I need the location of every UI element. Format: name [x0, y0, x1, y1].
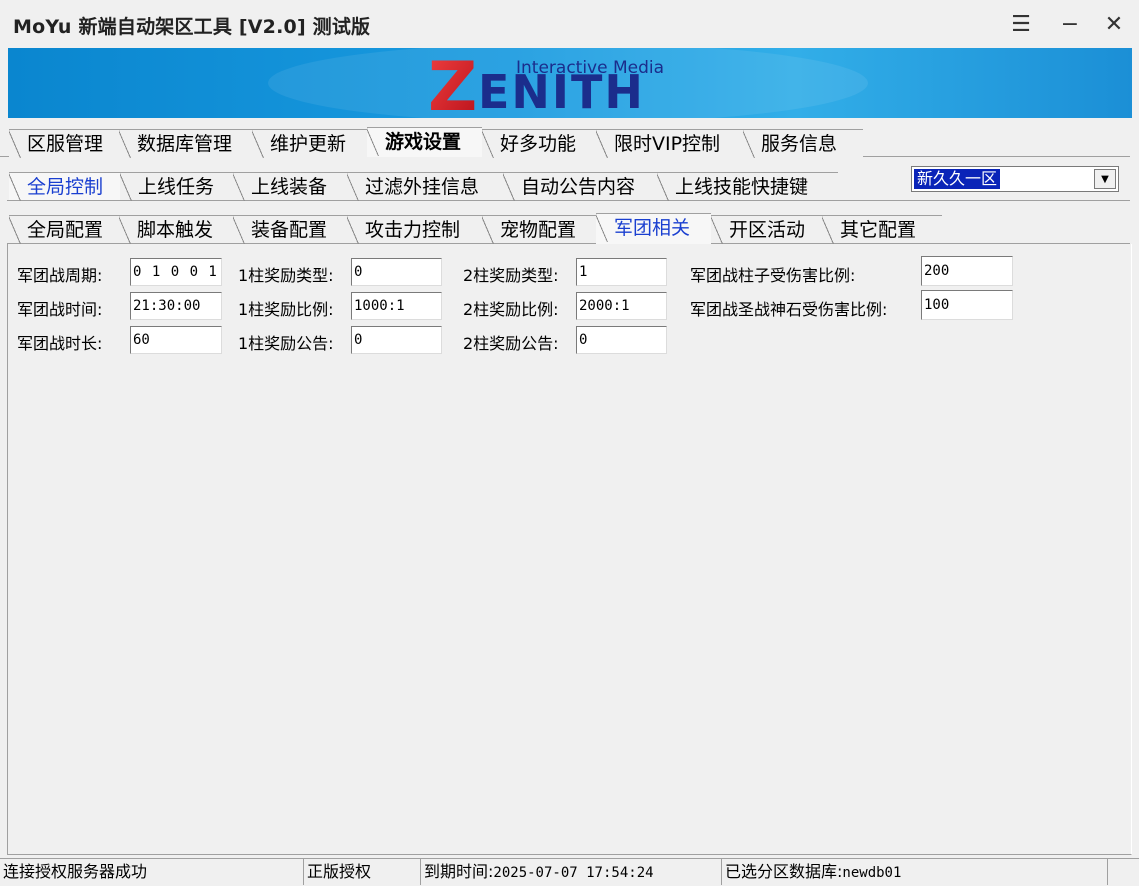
chevron-down-icon[interactable]: ▼	[1094, 169, 1116, 189]
war-time-input[interactable]	[130, 292, 222, 320]
tab-online-tasks[interactable]: 上线任务	[120, 172, 233, 201]
tab-server-management[interactable]: 区服管理	[9, 129, 119, 158]
tab-vip-control[interactable]: 限时VIP控制	[596, 129, 743, 158]
tab-maintenance-update[interactable]: 维护更新	[252, 129, 367, 158]
tab-legion[interactable]: 军团相关	[596, 213, 711, 244]
server-select[interactable]: 新久久一区 ▼	[911, 166, 1119, 192]
holy-stone-damage-ratio-input[interactable]	[921, 290, 1013, 320]
menu-icon[interactable]: ☰	[1007, 10, 1035, 38]
war-duration-label: 军团战时长:	[17, 334, 103, 353]
tab-other-config[interactable]: 其它配置	[822, 215, 942, 244]
status-bar: 连接授权服务器成功 正版授权 到期时间:2025-07-07 17:54:24 …	[0, 858, 1139, 886]
tab-auto-announcement[interactable]: 自动公告内容	[503, 172, 657, 201]
pillar1-reward-ratio-label: 1柱奖励比例:	[238, 300, 334, 319]
tab-equipment-config[interactable]: 装备配置	[233, 215, 347, 244]
tab-online-equipment[interactable]: 上线装备	[233, 172, 347, 201]
server-select-value: 新久久一区	[914, 169, 1001, 189]
war-period-input[interactable]	[130, 258, 222, 286]
zenith-banner: Z ENITH Interactive Media	[8, 48, 1132, 118]
tab-server-opening-events[interactable]: 开区活动	[711, 215, 822, 244]
pillar2-reward-ratio-label: 2柱奖励比例:	[463, 300, 559, 319]
status-connection: 连接授权服务器成功	[0, 859, 304, 885]
pillar2-reward-notice-label: 2柱奖励公告:	[463, 334, 559, 353]
pillar1-reward-type-input[interactable]	[351, 258, 442, 286]
tab-pet-config[interactable]: 宠物配置	[482, 215, 596, 244]
tab-skill-shortcuts[interactable]: 上线技能快捷键	[657, 172, 838, 201]
logo-z-letter: Z	[428, 48, 477, 118]
tab-script-trigger[interactable]: 脚本触发	[119, 215, 233, 244]
pillar2-reward-type-label: 2柱奖励类型:	[463, 266, 559, 285]
app-window: MoYu 新端自动架区工具 [V2.0] 测试版 ☰ − ✕ Z ENITH I…	[0, 0, 1139, 886]
status-database-label: 已选分区数据库:	[725, 862, 843, 881]
war-period-label: 军团战周期:	[17, 266, 103, 285]
holy-stone-damage-ratio-label: 军团战圣战神石受伤害比例:	[690, 300, 888, 319]
tab-database-management[interactable]: 数据库管理	[119, 129, 252, 158]
tab-game-settings[interactable]: 游戏设置	[367, 127, 482, 157]
tab-global-control[interactable]: 全局控制	[9, 172, 120, 201]
pillar1-reward-notice-label: 1柱奖励公告:	[238, 334, 334, 353]
pillar2-reward-type-input[interactable]	[576, 258, 667, 286]
status-expiry-label: 到期时间:	[424, 862, 494, 881]
pillar-damage-ratio-input[interactable]	[921, 256, 1013, 286]
title-bar[interactable]: MoYu 新端自动架区工具 [V2.0] 测试版 ☰ − ✕	[0, 0, 1139, 48]
zenith-logo: Z ENITH Interactive Media	[268, 48, 868, 118]
pillar2-reward-ratio-input[interactable]	[576, 292, 667, 320]
pillar1-reward-type-label: 1柱奖励类型:	[238, 266, 334, 285]
status-license: 正版授权	[304, 859, 421, 885]
status-database-value: newdb01	[842, 865, 902, 881]
status-expiry-value: 2025-07-07 17:54:24	[493, 865, 654, 881]
pillar1-reward-notice-input[interactable]	[351, 326, 442, 354]
pillar1-reward-ratio-input[interactable]	[351, 292, 442, 320]
status-expiry: 到期时间:2025-07-07 17:54:24	[421, 859, 722, 885]
close-icon[interactable]: ✕	[1100, 10, 1128, 38]
tab-global-config[interactable]: 全局配置	[9, 215, 119, 244]
window-title: MoYu 新端自动架区工具 [V2.0] 测试版	[13, 16, 371, 38]
war-duration-input[interactable]	[130, 326, 222, 354]
minimize-icon[interactable]: −	[1056, 10, 1084, 38]
status-database: 已选分区数据库:newdb01	[722, 859, 1108, 885]
tab-filter-cheat-info[interactable]: 过滤外挂信息	[347, 172, 503, 201]
pillar2-reward-notice-input[interactable]	[576, 326, 667, 354]
tab-attack-control[interactable]: 攻击力控制	[347, 215, 482, 244]
war-time-label: 军团战时间:	[17, 300, 103, 319]
tab-extra-features[interactable]: 好多功能	[482, 129, 596, 158]
logo-tagline: Interactive Media	[516, 58, 664, 78]
tab-service-info[interactable]: 服务信息	[743, 129, 863, 158]
pillar-damage-ratio-label: 军团战柱子受伤害比例:	[690, 266, 856, 285]
